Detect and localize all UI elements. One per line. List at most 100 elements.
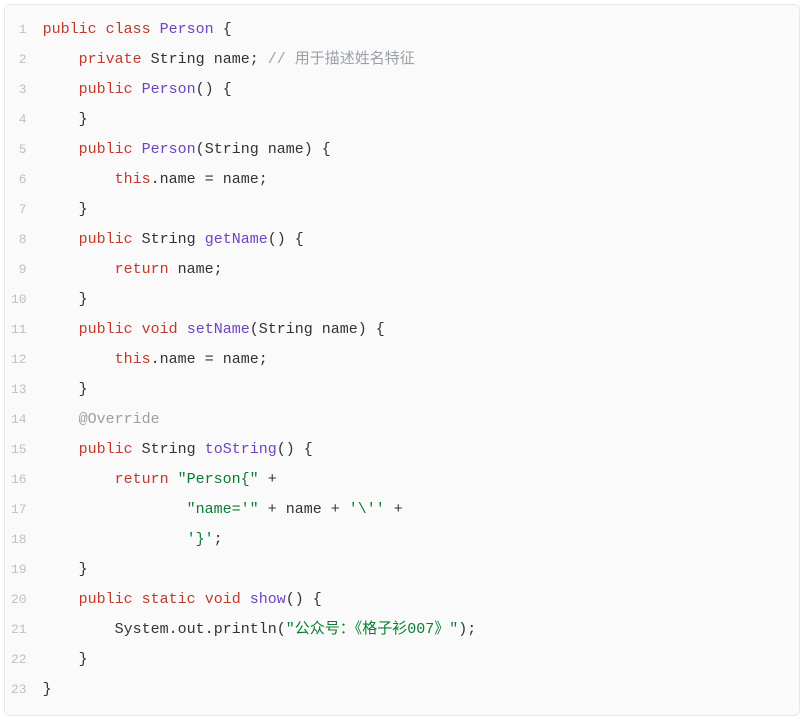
token-sp <box>322 501 331 518</box>
line-number: 10 <box>5 285 37 315</box>
token-sp <box>43 471 115 488</box>
token-kw: public <box>79 321 133 338</box>
token-punc: = <box>205 171 214 188</box>
token-ident: name <box>286 501 322 518</box>
token-sp <box>196 351 205 368</box>
code-line: private String name; // 用于描述姓名特征 <box>37 45 799 75</box>
code-line: '}'; <box>37 525 799 555</box>
line-number: 20 <box>5 585 37 615</box>
token-kw: public <box>43 21 97 38</box>
token-sp <box>43 531 187 548</box>
code-content[interactable]: public class Person { private String nam… <box>37 5 799 715</box>
token-punc: ; <box>250 51 259 68</box>
token-punc: } <box>79 291 88 308</box>
token-sp <box>43 141 79 158</box>
token-sp <box>43 621 115 638</box>
token-sp <box>97 21 106 38</box>
token-kw: public <box>79 231 133 248</box>
token-sp <box>169 261 178 278</box>
token-fn: getName <box>205 231 268 248</box>
token-sp <box>196 231 205 248</box>
token-sp <box>241 591 250 608</box>
token-sp <box>178 321 187 338</box>
token-punc: () <box>268 231 286 248</box>
line-number: 4 <box>5 105 37 135</box>
token-ident: name <box>223 351 259 368</box>
token-sp <box>43 261 115 278</box>
line-number: 14 <box>5 405 37 435</box>
line-number: 1 <box>5 15 37 45</box>
code-line: return "Person{" + <box>37 465 799 495</box>
code-line: return name; <box>37 255 799 285</box>
token-punc: { <box>304 441 313 458</box>
code-line: } <box>37 375 799 405</box>
token-kw: class <box>106 21 151 38</box>
code-line: public class Person { <box>37 15 799 45</box>
code-line: System.out.println("公众号：《格子衫007》"); <box>37 615 799 645</box>
token-sp <box>196 171 205 188</box>
line-number: 22 <box>5 645 37 675</box>
token-sp <box>43 561 79 578</box>
code-line: this.name = name; <box>37 345 799 375</box>
token-kw: public <box>79 81 133 98</box>
token-sp <box>43 501 187 518</box>
token-punc: + <box>331 501 340 518</box>
code-line: this.name = name; <box>37 165 799 195</box>
code-line: } <box>37 105 799 135</box>
line-number: 6 <box>5 165 37 195</box>
token-sp <box>169 471 178 488</box>
token-punc: ; <box>259 351 268 368</box>
token-sp <box>142 51 151 68</box>
token-sp <box>214 21 223 38</box>
token-sp <box>43 291 79 308</box>
token-sp <box>133 231 142 248</box>
token-ident: name <box>223 171 259 188</box>
token-sp <box>385 501 394 518</box>
token-kw: public <box>79 141 133 158</box>
token-fn: setName <box>187 321 250 338</box>
token-punc: { <box>223 81 232 98</box>
token-punc: } <box>79 201 88 218</box>
token-sp <box>277 501 286 518</box>
line-number: 19 <box>5 555 37 585</box>
code-line: "name='" + name + '\'' + <box>37 495 799 525</box>
line-number: 11 <box>5 315 37 345</box>
token-sp <box>133 441 142 458</box>
token-sp <box>151 21 160 38</box>
token-punc: . <box>151 351 160 368</box>
token-ident: name <box>322 321 358 338</box>
token-ident: println <box>214 621 277 638</box>
token-sp <box>43 321 79 338</box>
token-punc: ( <box>196 141 205 158</box>
token-punc: ) <box>358 321 367 338</box>
code-block: 1234567891011121314151617181920212223 pu… <box>4 4 800 716</box>
line-number: 17 <box>5 495 37 525</box>
token-type: String <box>205 141 259 158</box>
token-sp <box>43 231 79 248</box>
token-punc: } <box>79 111 88 128</box>
token-sp <box>295 441 304 458</box>
token-sp <box>214 171 223 188</box>
token-ident: name <box>160 171 196 188</box>
code-line: } <box>37 285 799 315</box>
token-sp <box>43 81 79 98</box>
token-ident: name <box>160 351 196 368</box>
token-str: '\'' <box>349 501 385 518</box>
token-punc: + <box>268 501 277 518</box>
code-line: public String toString() { <box>37 435 799 465</box>
token-sp <box>313 321 322 338</box>
token-punc: ) <box>304 141 313 158</box>
token-fn: toString <box>205 441 277 458</box>
line-number: 13 <box>5 375 37 405</box>
token-ident: System <box>115 621 169 638</box>
token-kw: public <box>79 441 133 458</box>
token-cls: Person <box>142 81 196 98</box>
line-number: 3 <box>5 75 37 105</box>
token-sp <box>43 441 79 458</box>
token-sp <box>259 471 268 488</box>
token-kw: static <box>142 591 196 608</box>
line-number: 9 <box>5 255 37 285</box>
token-punc: + <box>268 471 277 488</box>
token-sp <box>214 351 223 368</box>
token-punc: ; <box>214 261 223 278</box>
